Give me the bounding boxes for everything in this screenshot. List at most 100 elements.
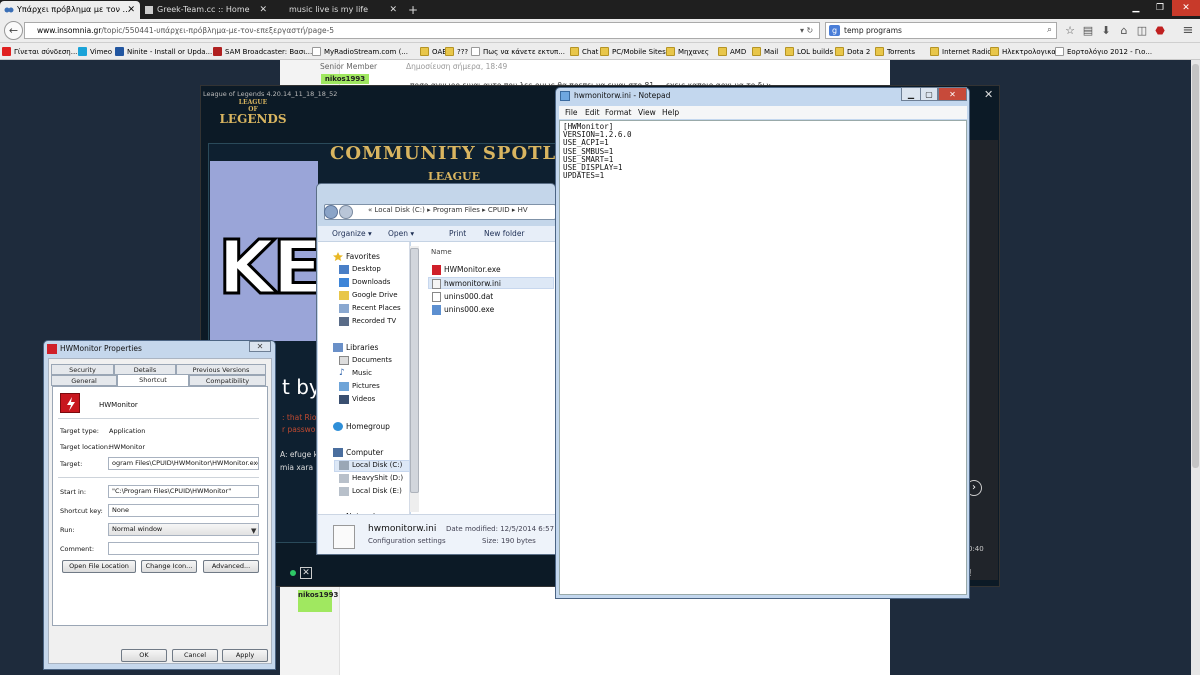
avatar[interactable]: nikos1993 <box>321 74 369 84</box>
bookmark-item[interactable]: Ninite - Install or Upda... <box>115 46 212 58</box>
chevron-down-icon[interactable]: ▼ <box>251 527 256 535</box>
forward-arrow-icon[interactable] <box>339 205 353 219</box>
open-file-location-button[interactable]: Open File Location <box>62 560 136 573</box>
minimize-icon[interactable]: ▁ <box>901 87 921 101</box>
search-input[interactable]: g temp programs ⌕ <box>825 22 1057 39</box>
tab-greek-team[interactable]: Greek-Team.cc :: Home ✕ <box>140 1 272 19</box>
column-header-name[interactable]: Name <box>431 248 452 256</box>
adblock-icon[interactable]: ⬣ <box>1152 23 1168 39</box>
bookmark-item[interactable]: ??? <box>445 46 468 58</box>
tab-shortcut[interactable]: Shortcut <box>117 374 189 386</box>
new-tab-button[interactable]: + <box>404 1 422 19</box>
menu-format[interactable]: Format <box>605 108 631 117</box>
advanced-button[interactable]: Advanced... <box>203 560 259 573</box>
nav-homegroup[interactable]: Homegroup <box>346 422 390 431</box>
nav-item[interactable]: HeavyShit (D:) <box>352 474 403 482</box>
comment-field[interactable] <box>108 542 259 555</box>
start-in-field[interactable]: "C:\Program Files\CPUID\HWMonitor" <box>108 485 259 498</box>
bookmark-item[interactable]: Dota 2 <box>835 46 870 58</box>
home-icon[interactable]: ⌂ <box>1116 23 1132 39</box>
target-field[interactable]: ogram Files\CPUID\HWMonitor\HWMonitor.ex… <box>108 457 259 470</box>
bookmark-item[interactable]: Πως να κάνετε εκτυπ... <box>471 46 565 58</box>
reload-icon[interactable]: ▾ ↻ <box>800 22 820 39</box>
tab-music[interactable]: music live is my life ✕ <box>272 1 402 19</box>
tab-security[interactable]: Security <box>51 364 114 375</box>
close-tab-icon[interactable]: ✕ <box>127 1 135 19</box>
bookmark-item[interactable]: Chat <box>570 46 598 58</box>
file-item[interactable]: unins000.dat <box>444 292 493 301</box>
nav-libraries[interactable]: Libraries <box>346 343 378 352</box>
nav-favorites[interactable]: Favorites <box>346 252 380 261</box>
menu-edit[interactable]: Edit <box>585 108 600 117</box>
bookmark-item[interactable]: Γίνεται σύνδεση... <box>2 46 77 58</box>
menu-file[interactable]: File <box>565 108 578 117</box>
nav-computer[interactable]: Computer <box>346 448 383 457</box>
menu-help[interactable]: Help <box>662 108 679 117</box>
maximize-icon[interactable]: ❐ <box>1148 0 1172 16</box>
bookmark-item[interactable]: Mail <box>752 46 778 58</box>
back-button[interactable]: ← <box>4 21 23 40</box>
tab-previous-versions[interactable]: Previous Versions <box>176 364 266 375</box>
bookmark-item[interactable]: Torrents <box>875 46 915 58</box>
shortcut-key-field[interactable]: None <box>108 504 259 517</box>
minimize-icon[interactable]: ▁ <box>1124 0 1148 16</box>
new-folder-button[interactable]: New folder <box>484 229 525 238</box>
nav-item[interactable]: Downloads <box>352 278 390 286</box>
nav-item[interactable]: Pictures <box>352 382 380 390</box>
cancel-button[interactable]: Cancel <box>172 649 218 662</box>
downloads-icon[interactable]: ⬇ <box>1098 23 1114 39</box>
bookmark-item[interactable]: SAM Broadcaster: Βασι... <box>213 46 312 58</box>
bookmark-item[interactable]: Internet Radio <box>930 46 992 58</box>
maximize-icon[interactable]: ▢ <box>920 87 938 101</box>
file-item[interactable]: HWMonitor.exe <box>444 265 501 274</box>
nav-item[interactable]: Local Disk (E:) <box>352 487 402 495</box>
bookmark-item[interactable]: AMD <box>718 46 746 58</box>
bookmark-item[interactable]: Ηλεκτρολογικα <box>990 46 1056 58</box>
nav-scrollbar-thumb[interactable] <box>410 248 419 493</box>
bookmark-item[interactable]: LOL builds <box>785 46 833 58</box>
nav-item[interactable]: Desktop <box>352 265 381 273</box>
tab-insomnia[interactable]: Υπάρχει πρόβλημα με τον ... ✕ <box>0 1 140 19</box>
breadcrumb[interactable]: « Local Disk (C:) ▸ Program Files ▸ CPUI… <box>368 206 528 214</box>
tab-compatibility[interactable]: Compatibility <box>189 375 266 386</box>
bookmark-item[interactable]: Εορτολόγιο 2012 - Γιο... <box>1055 46 1152 58</box>
bookmark-item[interactable]: PC/Mobile Sites <box>600 46 666 58</box>
breadcrumb-item[interactable]: Program Files <box>433 206 480 214</box>
print-button[interactable]: Print <box>449 229 466 238</box>
menu-icon[interactable]: ≡ <box>1180 23 1196 39</box>
organize-button[interactable]: Organize ▾ <box>332 229 372 238</box>
avatar[interactable]: nikos1993 <box>298 590 338 612</box>
close-window-icon[interactable]: ✕ <box>1172 0 1200 16</box>
nav-item[interactable]: Documents <box>352 356 392 364</box>
nav-item[interactable]: Local Disk (C:) <box>352 461 402 469</box>
notepad-text-area[interactable]: [HWMonitor] VERSION=1.2.6.0 USE_ACPI=1 U… <box>559 120 967 595</box>
menu-view[interactable]: View <box>638 108 656 117</box>
bookmarks-list-icon[interactable]: ▤ <box>1080 23 1096 39</box>
close-tab-icon[interactable]: ✕ <box>389 1 397 19</box>
lol-dismiss-icon[interactable]: ✕ <box>300 567 312 579</box>
nav-item[interactable]: Google Drive <box>352 291 398 299</box>
nav-item[interactable]: Recorded TV <box>352 317 396 325</box>
ok-button[interactable]: OK <box>121 649 167 662</box>
close-tab-icon[interactable]: ✕ <box>259 1 267 19</box>
nav-item[interactable]: Music <box>352 369 372 377</box>
lol-close-icon[interactable]: ✕ <box>984 88 993 101</box>
apply-button[interactable]: Apply <box>222 649 268 662</box>
breadcrumb-item[interactable]: HV <box>518 206 528 214</box>
open-button[interactable]: Open ▾ <box>388 229 414 238</box>
bookmark-item[interactable]: Vimeo <box>78 46 112 58</box>
nav-item[interactable]: Videos <box>352 395 375 403</box>
page-scrollbar-thumb[interactable] <box>1192 64 1199 468</box>
close-icon[interactable]: ✕ <box>938 87 967 101</box>
bookmark-star-icon[interactable]: ☆ <box>1062 23 1078 39</box>
bookmark-item[interactable]: MyRadioStream.com (... <box>312 46 408 58</box>
nav-item[interactable]: Recent Places <box>352 304 401 312</box>
run-select[interactable]: Normal window <box>108 523 259 536</box>
url-input[interactable]: www.insomnia.gr/topic/550441-υπάρχει-πρό… <box>24 22 820 39</box>
pocket-icon[interactable]: ◫ <box>1134 23 1150 39</box>
search-icon[interactable]: ⌕ <box>1047 23 1052 38</box>
breadcrumb-item[interactable]: Local Disk (C:) <box>375 206 425 214</box>
file-item[interactable]: unins000.exe <box>444 305 494 314</box>
back-arrow-icon[interactable] <box>324 205 338 219</box>
file-item[interactable]: hwmonitorw.ini <box>444 279 501 288</box>
